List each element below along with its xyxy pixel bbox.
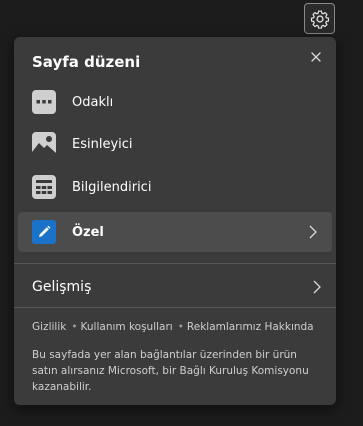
layout-option-inspirational[interactable]: Esinleyici [18, 124, 332, 164]
layout-label-focused: Odaklı [72, 94, 114, 110]
advanced-settings-row[interactable]: Gelişmiş [14, 269, 336, 305]
informational-layout-icon [32, 175, 56, 199]
layout-label-informational: Bilgilendirici [72, 179, 152, 195]
layout-option-focused[interactable]: Odaklı [18, 82, 332, 122]
section-divider [14, 263, 336, 264]
focused-layout-icon [32, 90, 56, 114]
section-divider [14, 307, 336, 308]
pencil-icon [32, 220, 56, 244]
advanced-label: Gelişmiş [32, 279, 92, 295]
inspirational-layout-icon [32, 132, 56, 156]
chevron-right-icon [313, 280, 321, 294]
terms-link[interactable]: Kullanım koşulları [81, 321, 173, 333]
close-icon [311, 52, 321, 62]
layout-option-informational[interactable]: Bilgilendirici [18, 167, 332, 207]
layout-label-inspirational: Esinleyici [72, 136, 133, 152]
close-button[interactable] [308, 49, 324, 65]
privacy-link[interactable]: Gizlilik [32, 321, 66, 333]
layout-label-custom: Özel [72, 224, 104, 240]
about-ads-link[interactable]: Reklamlarımız Hakkında [187, 321, 314, 333]
footer-links: Gizlilik • Kullanım koşulları • Reklamlarımı… [32, 321, 314, 333]
panel-title: Sayfa düzeni [32, 53, 141, 71]
page-layout-panel: Sayfa düzeni Odaklı Esinleyici Bilgilend… [14, 37, 336, 405]
chevron-right-icon [309, 225, 317, 239]
gear-icon [310, 10, 329, 29]
layout-option-custom[interactable]: Özel [18, 212, 332, 252]
settings-gear-button[interactable] [304, 3, 335, 34]
affiliate-disclaimer: Bu sayfada yer alan bağlantılar üzerinde… [32, 349, 309, 393]
